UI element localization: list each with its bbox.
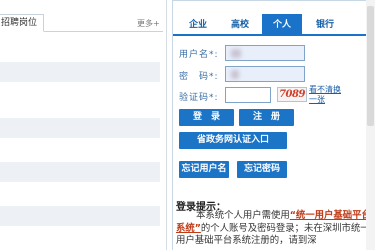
forgot-username-button[interactable]: 忘记用户名 <box>179 161 229 178</box>
login-panel: 企业 高校 个人 银行 用户名*: 密 码*: 验证码*: 7089 看不清换一… <box>172 0 375 250</box>
refresh-captcha-link[interactable]: 看不清换一张 <box>309 85 341 105</box>
username-label: 用户名*: <box>179 50 219 60</box>
captcha-field[interactable] <box>225 87 271 103</box>
list-item[interactable] <box>0 206 160 226</box>
user-type-tabs: 企业 高校 个人 银行 <box>173 14 375 36</box>
forgot-password-button[interactable]: 忘记密码 <box>237 161 287 178</box>
tab-university[interactable]: 高校 <box>223 14 257 36</box>
tips-intro: 本系统个人用户需使用 <box>196 210 290 221</box>
login-button[interactable]: 登 录 <box>179 109 234 126</box>
job-listing-tabbar: 招聘岗位 更多+ <box>0 14 163 32</box>
tab-enterprise[interactable]: 企业 <box>181 14 215 36</box>
more-link[interactable]: 更多+ <box>137 18 160 29</box>
panel-divider <box>166 0 167 250</box>
tips-rest: 的个人账号及密码登录；未在深圳市统一用户基础平台系统注册的，请到深 <box>176 222 370 247</box>
page: 招聘岗位 更多+ 企业 高校 个人 银行 用户名*: 密 码*: 验证码*: 7… <box>0 0 375 250</box>
list-item[interactable] <box>0 62 160 82</box>
job-listing-panel: 招聘岗位 更多+ <box>0 0 165 250</box>
password-label: 密 码*: <box>179 72 219 82</box>
tab-bank[interactable]: 银行 <box>308 14 342 36</box>
tab-individual[interactable]: 个人 <box>262 14 302 36</box>
scrollbar-thumb[interactable] <box>367 6 374 126</box>
captcha-label: 验证码*: <box>179 93 219 103</box>
gov-auth-button[interactable]: 省政务网认证入口 <box>179 132 287 149</box>
list-item[interactable] <box>0 118 160 138</box>
login-tips-body: 本系统个人用户需使用“统一用户基础平台系统”的个人账号及密码登录；未在深圳市统一… <box>176 210 375 248</box>
captcha-image[interactable]: 7089 <box>277 87 307 102</box>
password-field[interactable] <box>225 66 305 82</box>
username-value <box>231 49 241 58</box>
password-value <box>231 70 239 79</box>
tab-job-positions[interactable]: 招聘岗位 <box>0 14 44 32</box>
list-item[interactable] <box>0 162 160 182</box>
username-field[interactable] <box>225 45 305 61</box>
register-button[interactable]: 注 册 <box>239 109 294 126</box>
